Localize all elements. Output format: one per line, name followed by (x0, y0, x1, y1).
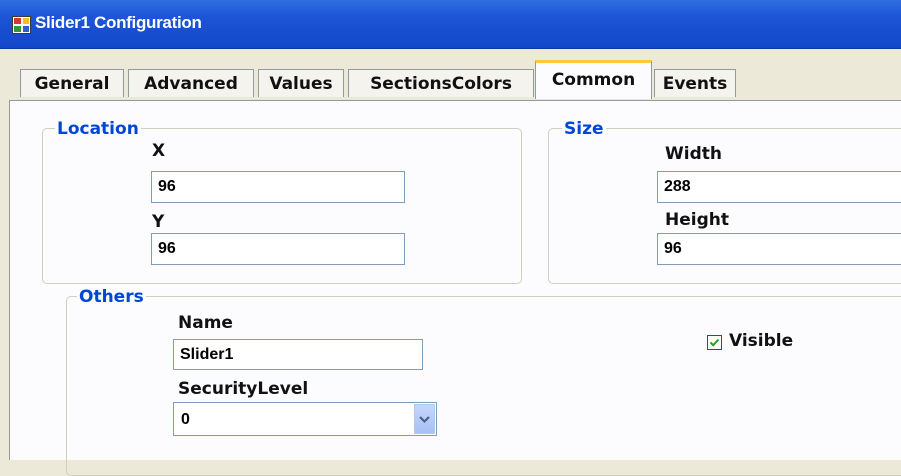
visible-label[interactable]: Visible (729, 331, 793, 351)
width-input[interactable]: 288 (657, 171, 901, 203)
security-level-label: SecurityLevel (178, 379, 309, 399)
y-input[interactable]: 96 (151, 233, 405, 265)
others-group-title: Others (77, 287, 146, 307)
name-label: Name (178, 313, 233, 333)
security-level-select[interactable]: 0 (173, 402, 437, 436)
security-level-value: 0 (181, 411, 190, 428)
height-label: Height (665, 210, 729, 230)
size-group-title: Size (562, 119, 606, 139)
tab-strip: General Advanced Values SectionsColors C… (0, 48, 901, 102)
dropdown-button[interactable] (414, 404, 435, 434)
y-label: Y (152, 212, 165, 232)
chevron-down-icon (419, 416, 430, 424)
tab-events[interactable]: Events (654, 69, 736, 97)
tab-panel-common: Location X 96 Y 96 Size Width 288 Height… (9, 100, 901, 476)
tab-values[interactable]: Values (258, 69, 344, 97)
height-input[interactable]: 96 (657, 233, 901, 265)
x-label: X (152, 141, 166, 161)
name-input[interactable]: Slider1 (173, 339, 423, 370)
tab-general[interactable]: General (20, 69, 124, 97)
tab-common[interactable]: Common (535, 60, 652, 99)
app-icon (12, 16, 31, 34)
x-input[interactable]: 96 (151, 171, 405, 203)
tab-sections-colors[interactable]: SectionsColors (348, 69, 534, 97)
tab-advanced[interactable]: Advanced (128, 69, 254, 97)
title-bar[interactable]: Slider1 Configuration (0, 0, 901, 49)
checkmark-icon (709, 338, 720, 347)
location-group-title: Location (55, 119, 141, 139)
window-title: Slider1 Configuration (35, 13, 202, 32)
visible-checkbox[interactable] (707, 335, 722, 350)
width-label: Width (665, 144, 722, 164)
